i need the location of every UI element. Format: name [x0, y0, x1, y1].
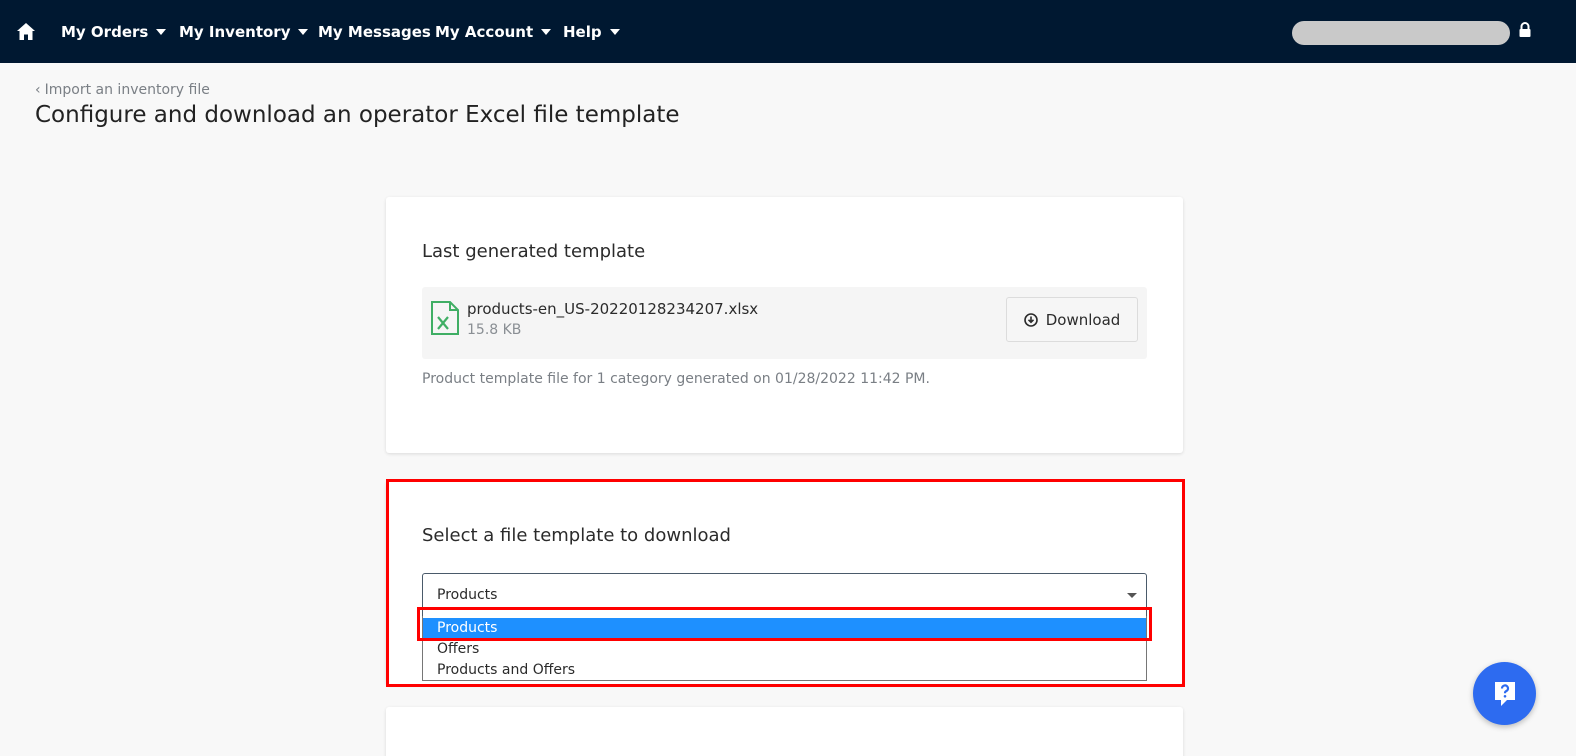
- top-nav-bar: My Orders My Inventory My Messages My Ac…: [0, 0, 1576, 63]
- next-card: [386, 707, 1183, 756]
- back-link-label: Import an inventory file: [44, 82, 210, 98]
- nav-my-account-label: My Account: [435, 23, 534, 41]
- nav-my-orders[interactable]: My Orders: [61, 20, 167, 44]
- user-account-pill[interactable]: [1292, 21, 1510, 45]
- nav-help[interactable]: Help: [563, 20, 620, 44]
- chevron-down-icon: [1127, 593, 1137, 598]
- file-note: Product template file for 1 category gen…: [422, 371, 930, 387]
- chevron-down-icon: [609, 29, 620, 35]
- dropdown-option-offers[interactable]: Offers: [423, 639, 1146, 660]
- last-generated-template-card: Last generated template products-en_US-2…: [386, 197, 1183, 453]
- select-current-value: Products: [437, 587, 498, 603]
- card-title: Select a file template to download: [422, 525, 731, 546]
- chevron-down-icon: [298, 29, 309, 35]
- select-file-template-card: Select a file template to download Produ…: [386, 481, 1183, 684]
- dropdown-option-products-and-offers[interactable]: Products and Offers: [423, 660, 1146, 681]
- template-type-select[interactable]: Products: [422, 573, 1147, 617]
- chevron-down-icon: [156, 29, 167, 35]
- page-title: Configure and download an operator Excel…: [35, 102, 680, 128]
- back-link-import-inventory[interactable]: ‹ Import an inventory file: [35, 82, 210, 98]
- dropdown-option-products[interactable]: Products: [423, 618, 1146, 639]
- file-item: products-en_US-20220128234207.xlsx 15.8 …: [422, 287, 1147, 359]
- home-icon[interactable]: [16, 22, 36, 42]
- chevron-left-icon: ‹: [35, 82, 41, 98]
- template-type-dropdown-list: Products Offers Products and Offers: [422, 616, 1147, 681]
- nav-my-account[interactable]: My Account: [435, 20, 552, 44]
- chevron-down-icon: [541, 29, 552, 35]
- download-button-label: Download: [1045, 310, 1121, 329]
- nav-my-inventory[interactable]: My Inventory: [179, 20, 309, 44]
- nav-my-messages[interactable]: My Messages: [318, 20, 431, 44]
- download-circle-icon: [1023, 312, 1038, 327]
- help-floating-button[interactable]: [1473, 662, 1536, 725]
- card-title: Last generated template: [422, 241, 646, 262]
- nav-my-inventory-label: My Inventory: [179, 23, 291, 41]
- help-question-icon: [1494, 681, 1515, 706]
- nav-my-messages-label: My Messages: [318, 23, 431, 41]
- nav-help-label: Help: [563, 23, 602, 41]
- file-size: 15.8 KB: [467, 322, 522, 338]
- file-name: products-en_US-20220128234207.xlsx: [467, 300, 759, 318]
- nav-my-orders-label: My Orders: [61, 23, 149, 41]
- lock-icon[interactable]: [1518, 22, 1532, 38]
- excel-file-icon: [431, 301, 459, 335]
- download-button[interactable]: Download: [1006, 297, 1138, 342]
